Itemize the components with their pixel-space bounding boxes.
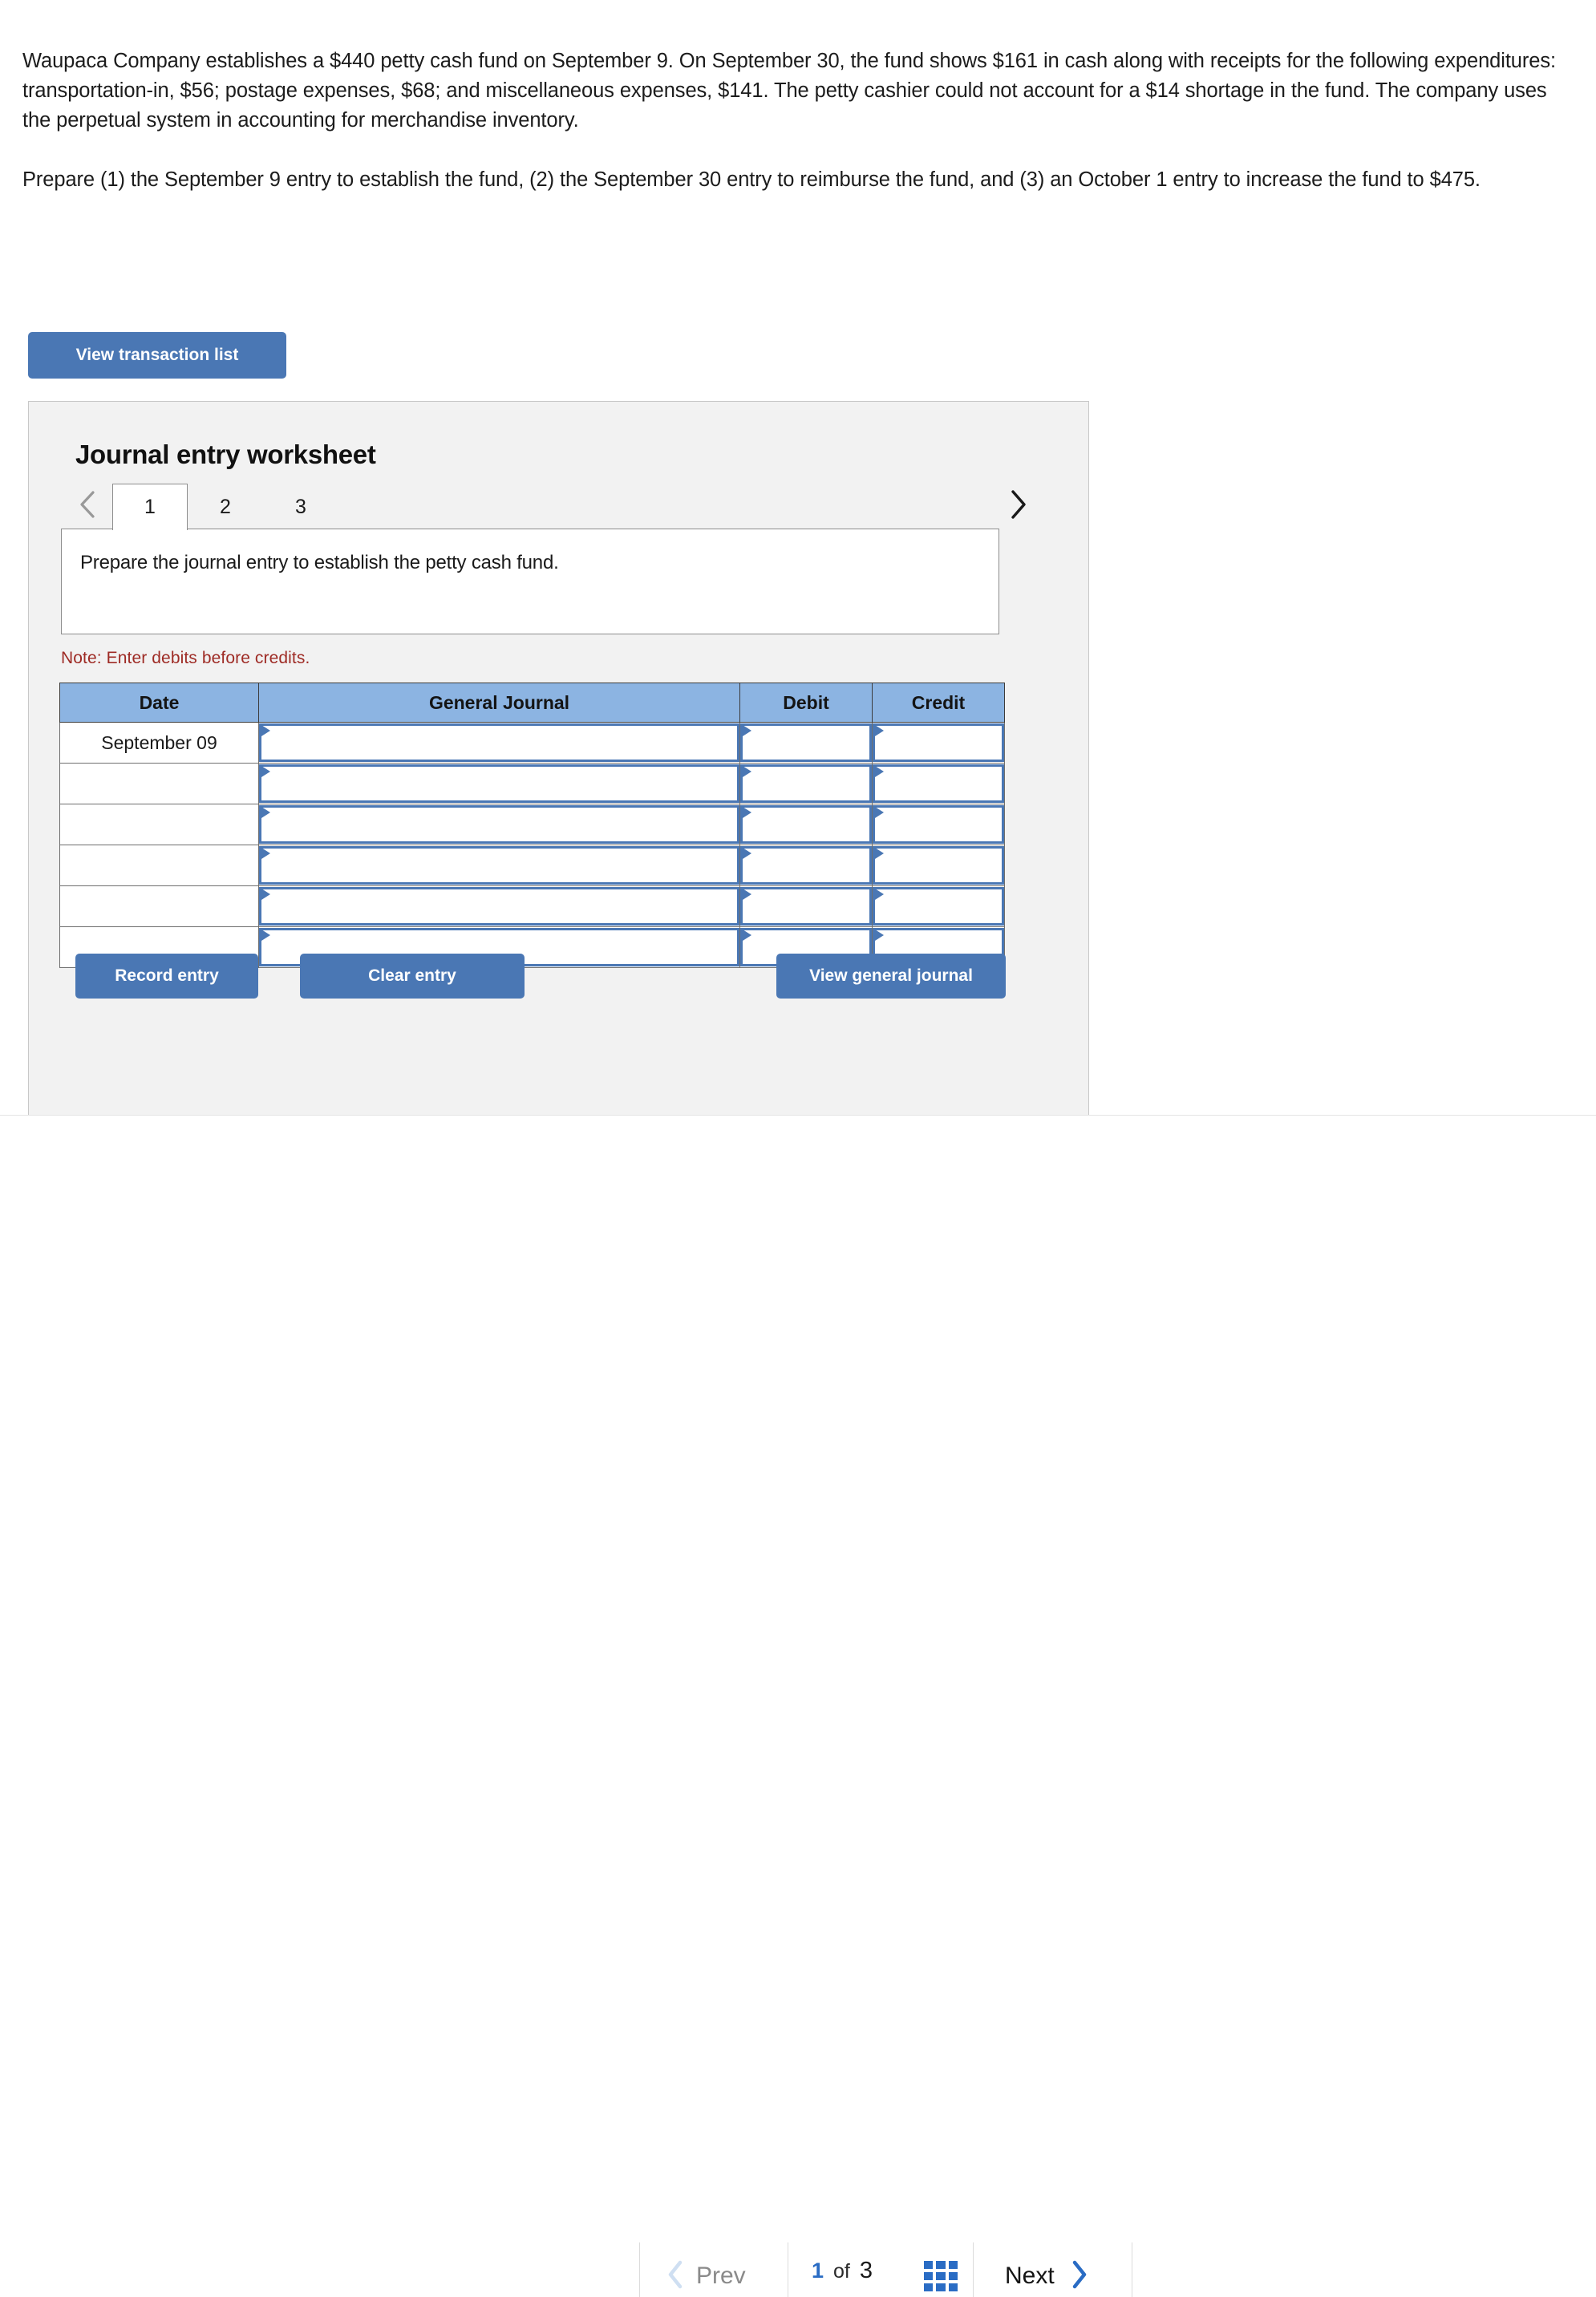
dropdown-marker-icon (875, 807, 884, 818)
record-entry-button[interactable]: Record entry (75, 954, 258, 999)
dropdown-marker-icon (875, 930, 884, 941)
credit-cell[interactable] (872, 885, 1005, 927)
dropdown-marker-icon (261, 725, 270, 736)
column-header-credit: Credit (872, 683, 1005, 723)
nav-separator (973, 2242, 974, 2297)
debit-cell[interactable] (739, 722, 873, 764)
page-counter-of-label: of (833, 2260, 850, 2283)
debit-input[interactable] (740, 805, 872, 844)
general-journal-input[interactable] (259, 887, 739, 926)
debit-input[interactable] (740, 887, 872, 926)
general-journal-input[interactable] (259, 846, 739, 885)
next-button[interactable]: Next (1005, 2258, 1088, 2295)
bottom-navigation-bar: Prev 1 of 3 Next (0, 1116, 1596, 2297)
dropdown-marker-icon (743, 725, 751, 736)
clear-entry-button[interactable]: Clear entry (300, 954, 525, 999)
total-pages-number: 3 (859, 2258, 873, 2283)
journal-entry-table: Date General Journal Debit Credit Septem… (59, 683, 1005, 968)
debits-before-credits-note: Note: Enter debits before credits. (61, 649, 310, 667)
general-journal-input[interactable] (259, 764, 739, 803)
debit-cell[interactable] (739, 885, 873, 927)
credit-cell[interactable] (872, 804, 1005, 845)
dropdown-marker-icon (875, 889, 884, 900)
table-row (59, 845, 1005, 886)
date-cell[interactable] (59, 885, 259, 927)
prev-button-label: Prev (696, 2263, 746, 2289)
prev-button[interactable]: Prev (666, 2258, 746, 2295)
worksheet-tab-3[interactable]: 3 (263, 484, 338, 530)
date-cell[interactable] (59, 845, 259, 886)
chevron-right-icon (1069, 2259, 1088, 2294)
date-cell[interactable]: September 09 (59, 722, 259, 764)
worksheet-tab-2[interactable]: 2 (188, 484, 263, 530)
instruction-text: Prepare the journal entry to establish t… (80, 552, 559, 573)
dropdown-marker-icon (261, 889, 270, 900)
credit-input[interactable] (873, 805, 1004, 844)
general-journal-cell[interactable] (258, 804, 740, 845)
table-header-row: Date General Journal Debit Credit (59, 683, 1005, 723)
general-journal-input[interactable] (259, 723, 739, 762)
credit-input[interactable] (873, 887, 1004, 926)
table-row (59, 763, 1005, 804)
dropdown-marker-icon (261, 807, 270, 818)
view-general-journal-button[interactable]: View general journal (776, 954, 1006, 999)
credit-cell[interactable] (872, 845, 1005, 886)
debit-cell[interactable] (739, 763, 873, 804)
problem-statement: Waupaca Company establishes a $440 petty… (22, 47, 1570, 195)
next-button-label: Next (1005, 2263, 1055, 2289)
general-journal-input[interactable] (259, 805, 739, 844)
nav-separator (639, 2242, 640, 2297)
date-cell[interactable] (59, 763, 259, 804)
view-transaction-list-button[interactable]: View transaction list (28, 332, 286, 379)
problem-paragraph-1: Waupaca Company establishes a $440 petty… (22, 50, 1557, 132)
credit-cell[interactable] (872, 763, 1005, 804)
general-journal-cell[interactable] (258, 722, 740, 764)
general-journal-cell[interactable] (258, 885, 740, 927)
debit-input[interactable] (740, 846, 872, 885)
debit-cell[interactable] (739, 845, 873, 886)
column-header-date: Date (59, 683, 259, 723)
credit-input[interactable] (873, 723, 1004, 762)
dropdown-marker-icon (875, 725, 884, 736)
dropdown-marker-icon (743, 766, 751, 777)
table-row: September 09 (59, 722, 1005, 764)
debit-input[interactable] (740, 723, 872, 762)
column-header-debit: Debit (739, 683, 873, 723)
worksheet-tab-1[interactable]: 1 (112, 484, 188, 530)
dropdown-marker-icon (743, 848, 751, 859)
general-journal-cell[interactable] (258, 845, 740, 886)
dropdown-marker-icon (875, 848, 884, 859)
table-row (59, 804, 1005, 845)
chevron-right-icon[interactable] (1006, 487, 1030, 522)
dropdown-marker-icon (743, 807, 751, 818)
worksheet-title: Journal entry worksheet (75, 440, 376, 469)
chevron-left-icon (666, 2259, 685, 2294)
worksheet-tabs: 1 2 3 (75, 484, 1046, 532)
general-journal-cell[interactable] (258, 763, 740, 804)
dropdown-marker-icon (261, 930, 270, 941)
current-page-number: 1 (812, 2259, 824, 2283)
grid-view-icon[interactable] (924, 2261, 958, 2291)
dropdown-marker-icon (261, 766, 270, 777)
table-row (59, 885, 1005, 927)
problem-paragraph-2: Prepare (1) the September 9 entry to est… (22, 168, 1481, 191)
column-header-general-journal: General Journal (258, 683, 740, 723)
credit-input[interactable] (873, 764, 1004, 803)
dropdown-marker-icon (743, 889, 751, 900)
credit-cell[interactable] (872, 722, 1005, 764)
credit-input[interactable] (873, 846, 1004, 885)
debit-input[interactable] (740, 764, 872, 803)
date-cell[interactable] (59, 804, 259, 845)
debit-cell[interactable] (739, 804, 873, 845)
chevron-left-icon[interactable] (75, 487, 99, 522)
journal-entry-worksheet-panel: Journal entry worksheet 1 2 3 Prepare th… (28, 401, 1089, 1115)
dropdown-marker-icon (743, 930, 751, 941)
page-counter: 1 of 3 (812, 2258, 873, 2295)
instruction-box: Prepare the journal entry to establish t… (61, 529, 999, 634)
dropdown-marker-icon (875, 766, 884, 777)
dropdown-marker-icon (261, 848, 270, 859)
